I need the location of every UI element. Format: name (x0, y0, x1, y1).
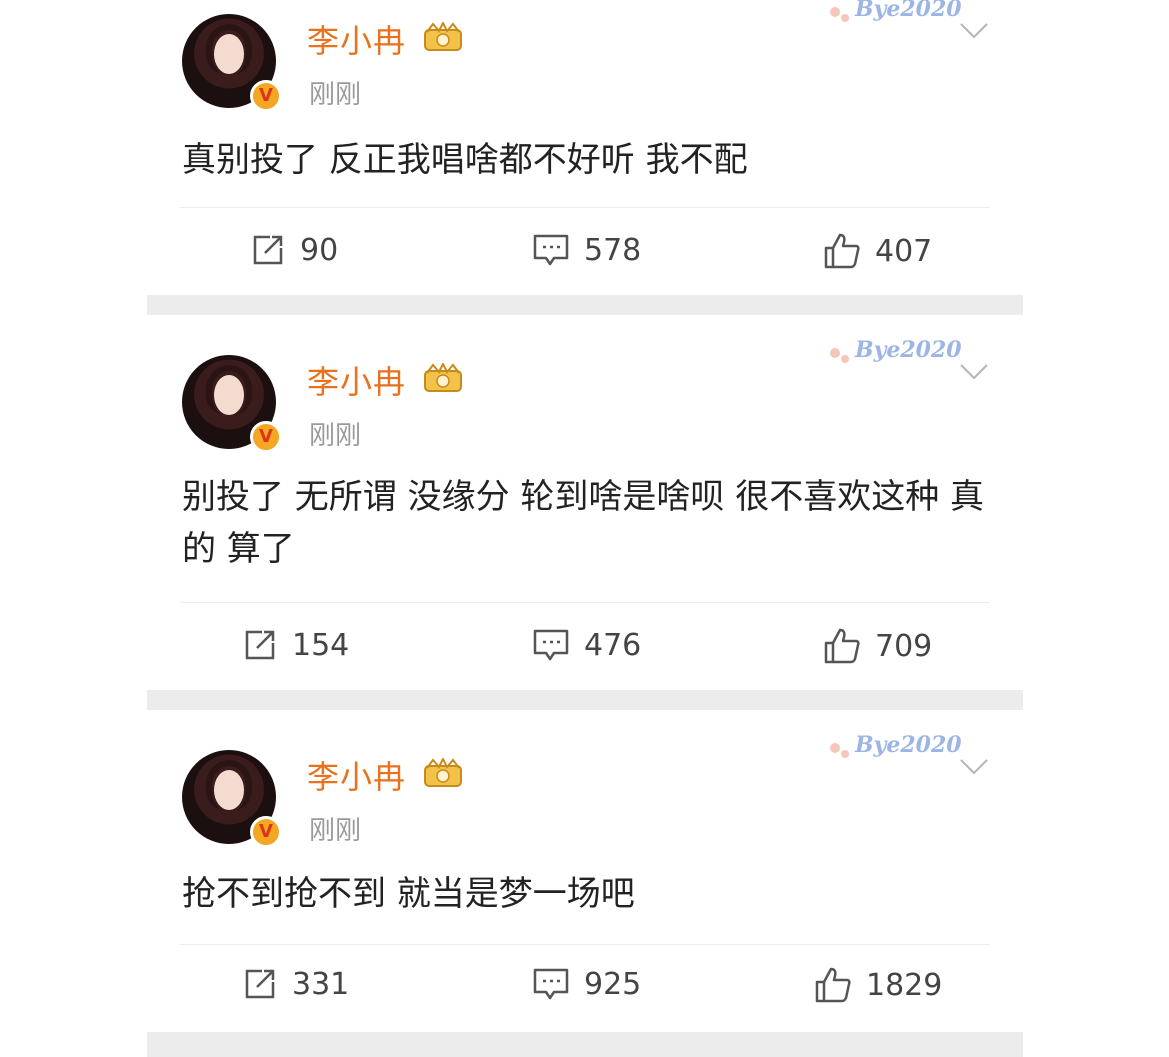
repost-button[interactable]: 154 (242, 627, 349, 663)
post-time: 刚刚 (309, 816, 362, 846)
repost-icon (245, 630, 275, 660)
card-decoration: Bye2020 (825, 732, 962, 766)
repost-count: 90 (300, 232, 339, 268)
author-name[interactable]: 李小冉 (307, 752, 406, 798)
comment-icon (533, 968, 569, 1000)
post-card: V 李小冉 刚刚 Bye2020 抢不到抢不到 就当是梦一场吧 331 925 … (147, 710, 1023, 1032)
card-decoration: Bye2020 (825, 337, 962, 371)
decoration-text: Bye2020 (855, 337, 962, 363)
like-icon (824, 628, 860, 664)
repost-icon (253, 235, 283, 265)
like-count: 407 (875, 233, 933, 269)
like-button[interactable]: 1829 (814, 966, 942, 1004)
comment-count: 578 (584, 232, 642, 268)
repost-icon (245, 969, 275, 999)
decoration-text: Bye2020 (855, 732, 962, 758)
comment-count: 925 (584, 966, 642, 1002)
feed: V 李小冉 刚刚 Bye2020 真别投了 反正我唱啥都不好听 我不配 90 5… (147, 0, 1023, 1057)
repost-button[interactable]: 331 (242, 966, 349, 1002)
divider (180, 602, 990, 603)
repost-count: 331 (292, 966, 350, 1002)
author-name[interactable]: 李小冉 (307, 16, 406, 62)
verified-badge-icon: V (250, 421, 282, 453)
avatar[interactable]: V (182, 355, 282, 453)
post-time: 刚刚 (309, 80, 362, 110)
like-icon (815, 967, 851, 1003)
post-card: V 李小冉 刚刚 Bye2020 别投了 无所谓 没缘分 轮到啥是啥呗 很不喜欢… (147, 315, 1023, 690)
comment-icon (533, 234, 569, 266)
post-time: 刚刚 (309, 421, 362, 451)
chevron-down-icon[interactable] (959, 758, 989, 776)
crown-icon (424, 22, 462, 51)
verified-badge-icon: V (250, 816, 282, 848)
post-text: 真别投了 反正我唱啥都不好听 我不配 (182, 140, 748, 180)
like-button[interactable]: 709 (823, 627, 932, 665)
divider (180, 207, 990, 208)
chevron-down-icon[interactable] (959, 363, 989, 381)
card-decoration: Bye2020 (825, 0, 962, 30)
like-button[interactable]: 407 (823, 232, 932, 270)
avatar[interactable]: V (182, 750, 282, 848)
comment-button[interactable]: 578 (532, 232, 641, 268)
comment-button[interactable]: 925 (532, 966, 641, 1002)
author-name[interactable]: 李小冉 (307, 357, 406, 403)
verified-badge-icon: V (250, 80, 282, 112)
post-separator (147, 295, 1023, 315)
like-count: 709 (875, 628, 933, 664)
avatar[interactable]: V (182, 14, 282, 112)
repost-count: 154 (292, 627, 350, 663)
comment-icon (533, 629, 569, 661)
comment-count: 476 (584, 627, 642, 663)
post-separator (147, 1032, 1023, 1057)
crown-icon (424, 758, 462, 787)
post-separator (147, 690, 1023, 710)
chevron-down-icon[interactable] (959, 22, 989, 40)
like-count: 1829 (866, 967, 943, 1003)
divider (180, 944, 990, 945)
post-text: 别投了 无所谓 没缘分 轮到啥是啥呗 很不喜欢这种 真的 算了 (182, 477, 985, 569)
repost-button[interactable]: 90 (250, 232, 338, 268)
post-card: V 李小冉 刚刚 Bye2020 真别投了 反正我唱啥都不好听 我不配 90 5… (147, 0, 1023, 295)
post-text: 抢不到抢不到 就当是梦一场吧 (182, 874, 635, 914)
comment-button[interactable]: 476 (532, 627, 641, 663)
crown-icon (424, 363, 462, 392)
decoration-text: Bye2020 (855, 0, 962, 22)
like-icon (824, 233, 860, 269)
